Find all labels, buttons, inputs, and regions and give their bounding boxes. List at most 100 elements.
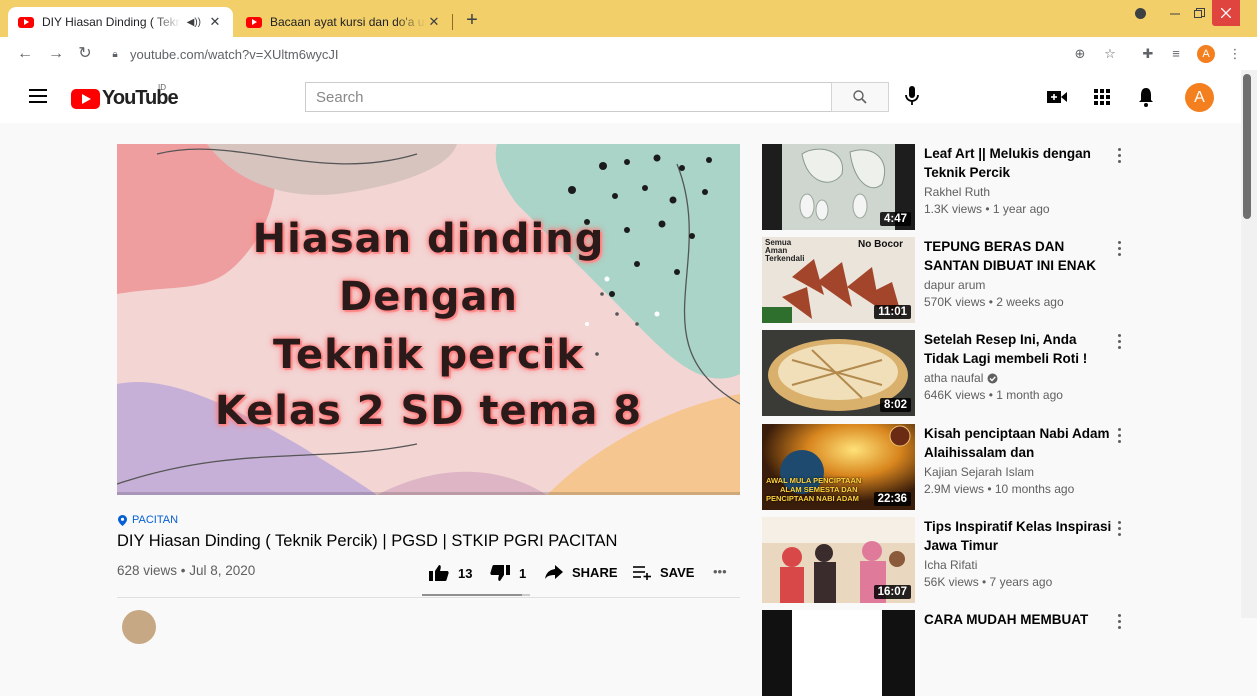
recommended-video[interactable]: 8:02 Setelah Resep Ini, Anda Tidak Lagi … bbox=[762, 330, 1182, 416]
share-arrow-icon bbox=[545, 565, 563, 579]
save-label: SAVE bbox=[660, 564, 695, 580]
new-tab-button[interactable]: + bbox=[460, 9, 484, 32]
search-input[interactable]: Search bbox=[305, 82, 832, 112]
recommended-meta: 2.9M views • 10 months ago bbox=[924, 482, 1075, 496]
thumbnail-caption: AWAL MULA PENCIPTAAN ALAM SEMESTA DAN PE… bbox=[766, 476, 861, 503]
dislike-count: 1 bbox=[519, 565, 527, 581]
channel-avatar[interactable] bbox=[122, 610, 156, 644]
apps-grid-icon[interactable] bbox=[1090, 85, 1114, 109]
more-options-icon[interactable] bbox=[1114, 241, 1124, 259]
bookmark-star-icon[interactable]: ☆ bbox=[1101, 45, 1119, 63]
youtube-logo[interactable]: YouTube ID bbox=[71, 83, 179, 110]
caption-line: PENCIPTAAN NABI ADAM bbox=[766, 494, 859, 503]
video-title: DIY Hiasan Dinding ( Teknik Percik) | PG… bbox=[117, 532, 618, 550]
recommended-title: Setelah Resep Ini, Anda Tidak Lagi membe… bbox=[924, 332, 1088, 366]
scrollbar-thumb[interactable] bbox=[1243, 74, 1251, 219]
channel-name: Rakhel Ruth bbox=[924, 185, 991, 199]
recommended-meta: 1.3K views • 1 year ago bbox=[924, 202, 1050, 216]
recommended-channel: dapur arum bbox=[924, 278, 985, 292]
recommended-meta: 570K views • 2 weeks ago bbox=[924, 295, 1064, 309]
speaker-icon[interactable]: ◀)) bbox=[187, 17, 201, 28]
microphone-icon[interactable] bbox=[900, 84, 924, 108]
more-options-icon[interactable] bbox=[1114, 148, 1124, 166]
recommended-thumbnail[interactable]: AWAL MULA PENCIPTAAN ALAM SEMESTA DAN PE… bbox=[762, 424, 915, 510]
more-options-icon[interactable] bbox=[1114, 614, 1124, 632]
more-options-icon[interactable] bbox=[1114, 521, 1124, 539]
location-hashtag[interactable]: PACITAN bbox=[118, 514, 178, 526]
thumbnail-line-4: Kelas 2 SD tema 8 bbox=[214, 388, 643, 434]
video-progress-bar[interactable] bbox=[117, 492, 740, 495]
like-ratio-fill bbox=[422, 594, 523, 596]
browser-tab-youtube-video[interactable]: DIY Hiasan Dinding ( Teknik Percik) | PG… bbox=[8, 7, 233, 37]
tab-title: Bacaan ayat kursi dan do'a untuk bbox=[270, 15, 426, 29]
close-window-button[interactable] bbox=[1212, 0, 1240, 26]
install-app-icon[interactable]: ⊕ bbox=[1071, 45, 1089, 63]
thumbnail-caption-left: Semua Aman Terkendali bbox=[765, 238, 805, 263]
notifications-bell-icon[interactable] bbox=[1134, 85, 1158, 109]
recommended-title: Leaf Art || Melukis dengan Teknik Percik… bbox=[924, 146, 1091, 180]
recommended-video[interactable]: 16:07 Tips Inspiratif Kelas Inspirasi Ja… bbox=[762, 517, 1182, 603]
thumbs-down-icon bbox=[490, 565, 510, 581]
browser-toolbar: ← → ↻ 🔒︎ youtube.com/watch?v=XUltm6wycJI… bbox=[0, 37, 1257, 70]
browser-menu-icon[interactable]: ⋮ bbox=[1226, 45, 1244, 63]
thumbnail-image bbox=[792, 610, 882, 696]
youtube-favicon-icon bbox=[18, 16, 34, 28]
browser-tab-strip: DIY Hiasan Dinding ( Teknik Percik) | PG… bbox=[0, 0, 1257, 37]
recommended-thumbnail[interactable]: 16:07 bbox=[762, 517, 915, 603]
youtube-play-icon bbox=[71, 88, 100, 109]
recommended-thumbnail[interactable] bbox=[762, 610, 915, 696]
caption-line: AWAL MULA PENCIPTAAN bbox=[766, 476, 862, 485]
location-pin-icon bbox=[118, 514, 127, 526]
search-button[interactable] bbox=[831, 82, 889, 112]
recommended-video[interactable]: AWAL MULA PENCIPTAAN ALAM SEMESTA DAN PE… bbox=[762, 424, 1182, 510]
video-duration: 16:07 bbox=[873, 585, 911, 599]
video-duration: 4:47 bbox=[879, 212, 911, 226]
recommended-channel: Icha Rifati bbox=[924, 558, 977, 572]
recommended-video[interactable]: CARA MUDAH MEMBUAT bbox=[762, 610, 1182, 696]
tab-divider bbox=[452, 14, 453, 30]
thumbnail-line-2: Dengan bbox=[339, 274, 518, 320]
search-icon bbox=[853, 90, 867, 104]
recommended-thumbnail[interactable]: 8:02 bbox=[762, 330, 915, 416]
recommended-meta: 646K views • 1 month ago bbox=[924, 388, 1063, 402]
create-video-icon[interactable] bbox=[1045, 85, 1069, 109]
more-options-icon[interactable] bbox=[1114, 428, 1124, 446]
chrome-profile-icon[interactable] bbox=[1128, 0, 1152, 26]
video-duration: 11:01 bbox=[874, 305, 911, 319]
share-button[interactable]: SHARE bbox=[544, 564, 618, 580]
account-avatar[interactable]: A bbox=[1185, 83, 1214, 112]
video-player[interactable]: Hiasan dinding Dengan Teknik percik Kela… bbox=[117, 144, 740, 495]
more-actions-button[interactable]: ••• bbox=[713, 564, 727, 579]
recommended-title: TEPUNG BERAS DAN SANTAN DIBUAT INI ENAK … bbox=[924, 239, 1096, 273]
url-text: youtube.com/watch?v=XUltm6wycJI bbox=[130, 46, 339, 62]
recommended-title: CARA MUDAH MEMBUAT bbox=[924, 612, 1089, 627]
back-arrow-icon[interactable]: ← bbox=[14, 43, 36, 65]
address-bar[interactable]: 🔒︎ youtube.com/watch?v=XUltm6wycJI bbox=[108, 41, 1138, 67]
save-button[interactable]: SAVE bbox=[632, 564, 694, 580]
hamburger-menu-icon[interactable] bbox=[29, 89, 47, 103]
forward-arrow-icon[interactable]: → bbox=[45, 43, 67, 65]
reload-icon[interactable]: ↻ bbox=[74, 43, 96, 65]
tab-close-icon[interactable]: ✕ bbox=[207, 14, 223, 30]
tab-title: DIY Hiasan Dinding ( Teknik Percik) | PG… bbox=[42, 15, 181, 29]
recommended-title: Tips Inspiratif Kelas Inspirasi Jawa Tim… bbox=[924, 519, 1112, 553]
dislike-button[interactable]: 1 bbox=[489, 564, 526, 582]
recommended-video[interactable]: 4:47 Leaf Art || Melukis dengan Teknik P… bbox=[762, 144, 1182, 230]
thumbnail-caption-right: No Bocor bbox=[858, 239, 903, 250]
media-queue-icon[interactable]: ≡ bbox=[1167, 45, 1185, 63]
playlist-add-icon bbox=[633, 566, 651, 580]
recommended-video[interactable]: Semua Aman Terkendali No Bocor 11:01 TEP… bbox=[762, 237, 1182, 323]
like-button[interactable]: 13 bbox=[428, 564, 472, 582]
tab-close-icon[interactable]: ✕ bbox=[426, 14, 442, 30]
recommended-title: Kisah penciptaan Nabi Adam Alaihissalam … bbox=[924, 426, 1110, 460]
share-label: SHARE bbox=[572, 564, 618, 580]
more-options-icon[interactable] bbox=[1114, 334, 1124, 352]
browser-profile-avatar[interactable]: A bbox=[1197, 45, 1215, 63]
browser-tab-ayat-kursi[interactable]: Bacaan ayat kursi dan do'a untuk ✕ bbox=[236, 7, 452, 37]
restore-button[interactable] bbox=[1186, 0, 1212, 26]
lock-icon[interactable]: 🔒︎ bbox=[108, 49, 122, 60]
video-duration: 8:02 bbox=[879, 398, 911, 412]
extensions-puzzle-icon[interactable]: ✚ bbox=[1139, 45, 1157, 63]
recommended-thumbnail[interactable]: 4:47 bbox=[762, 144, 915, 230]
recommended-thumbnail[interactable]: Semua Aman Terkendali No Bocor 11:01 bbox=[762, 237, 915, 323]
